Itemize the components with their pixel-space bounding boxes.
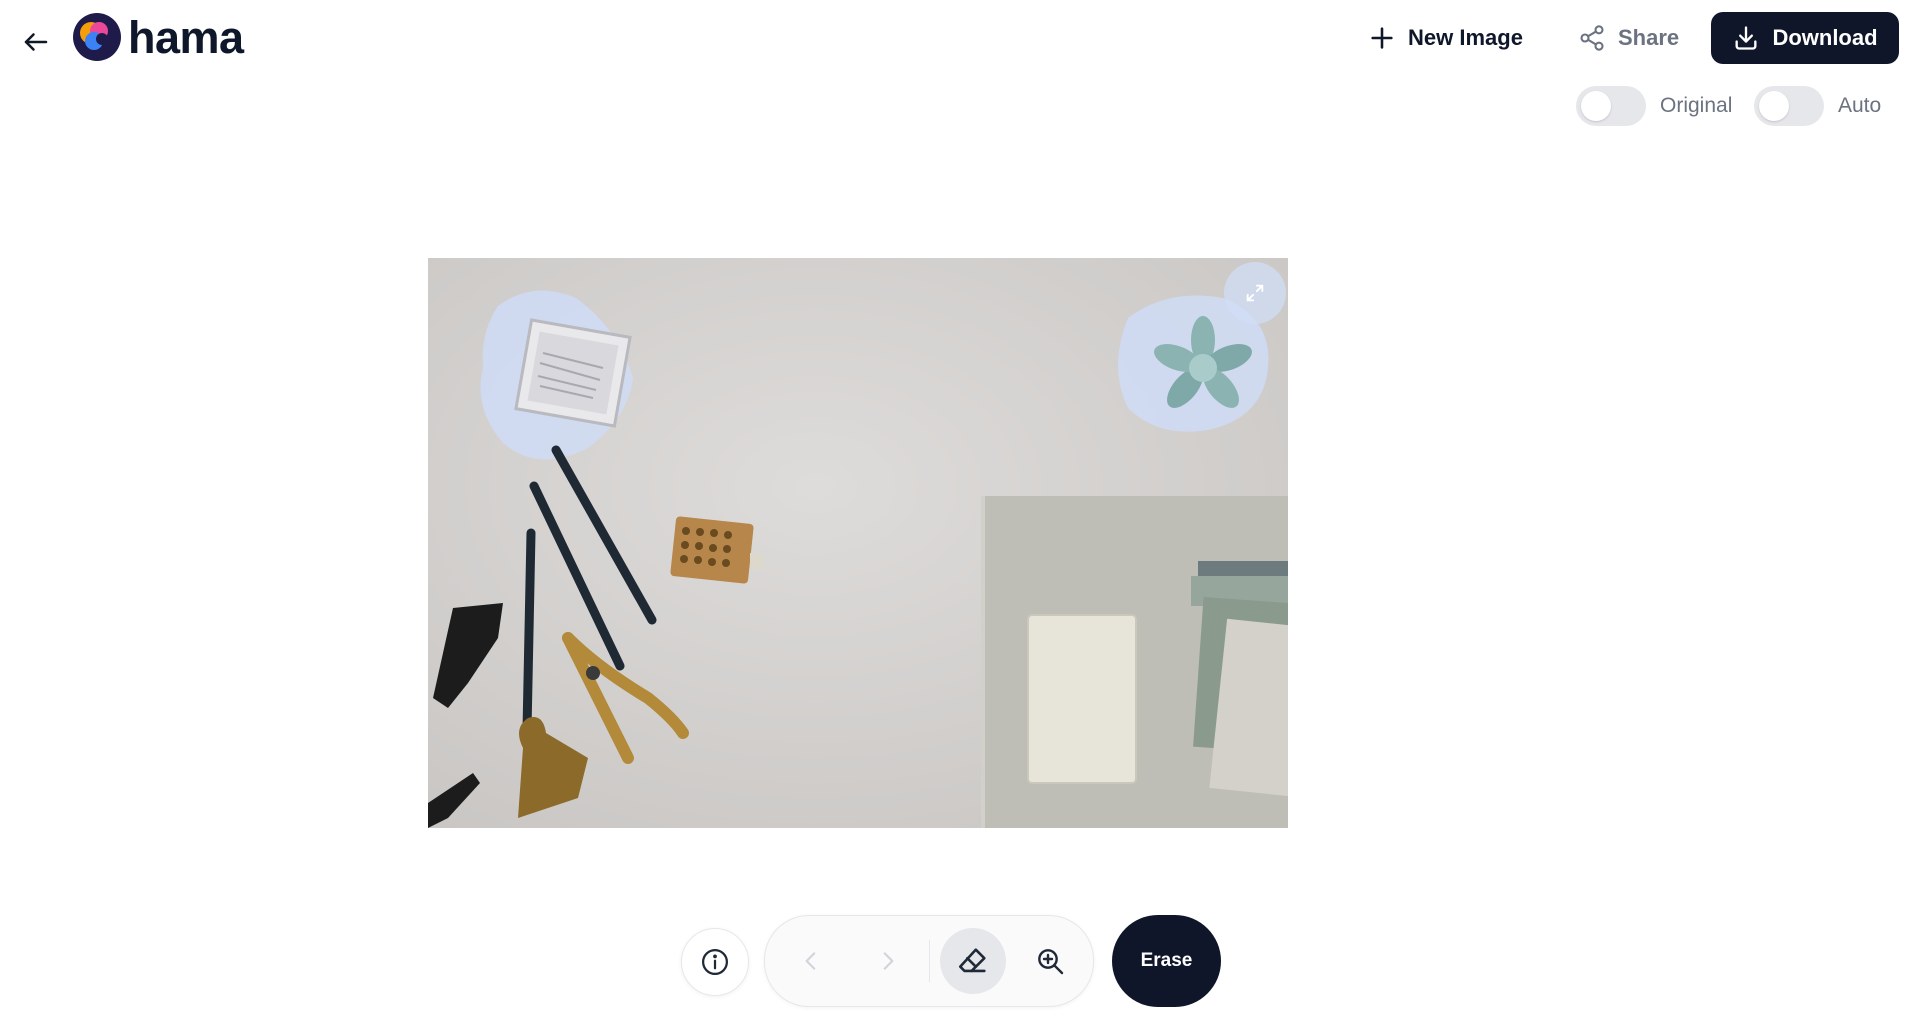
- arrow-left-icon: [24, 33, 48, 51]
- info-button[interactable]: [681, 928, 749, 996]
- new-image-label: New Image: [1408, 25, 1523, 50]
- share-icon: [1580, 25, 1604, 51]
- download-button[interactable]: Download: [1711, 12, 1899, 64]
- new-image-button[interactable]: New Image: [1368, 12, 1523, 64]
- eraser-icon: [958, 948, 986, 973]
- editing-toolbar: [764, 915, 1094, 1007]
- logo-mark-icon: [73, 13, 121, 61]
- zoom-in-button[interactable]: [1017, 928, 1083, 994]
- plus-icon: [1371, 27, 1393, 49]
- chevron-left-icon: [805, 952, 816, 970]
- image-canvas[interactable]: [428, 258, 1288, 828]
- expand-icon: [1246, 284, 1264, 302]
- original-toggle[interactable]: [1576, 86, 1646, 126]
- next-button[interactable]: [855, 928, 921, 994]
- download-label: Download: [1772, 25, 1878, 50]
- auto-toggle-label: Auto: [1838, 94, 1882, 117]
- original-toggle-label: Original: [1660, 94, 1733, 117]
- share-label: Share: [1618, 25, 1680, 50]
- expand-button[interactable]: [1224, 262, 1286, 324]
- previous-button[interactable]: [778, 928, 844, 994]
- original-toggle-group: Original: [1576, 86, 1732, 126]
- share-button[interactable]: Share: [1578, 12, 1679, 64]
- auto-toggle[interactable]: [1754, 86, 1824, 126]
- chevron-right-icon: [883, 952, 894, 970]
- erase-button[interactable]: Erase: [1112, 915, 1221, 1007]
- auto-toggle-group: Auto: [1754, 86, 1881, 126]
- eraser-tool-button[interactable]: [940, 928, 1006, 994]
- desk-photo: [428, 258, 1288, 828]
- hama-logo[interactable]: hama: [72, 12, 244, 62]
- toolbar-divider: [929, 940, 930, 982]
- zoom-in-icon: [1038, 949, 1064, 975]
- download-icon: [1735, 26, 1757, 50]
- logo-text: hama: [128, 11, 244, 63]
- back-button[interactable]: [14, 20, 58, 64]
- info-icon: [702, 949, 728, 975]
